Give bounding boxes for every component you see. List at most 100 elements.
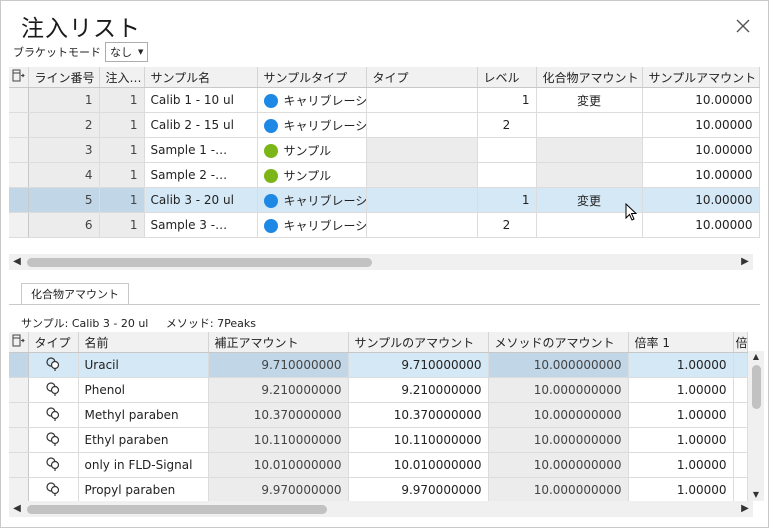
level[interactable] — [477, 137, 537, 163]
sample-name[interactable]: Calib 1 - 10 ul — [144, 87, 258, 113]
row-header[interactable] — [9, 352, 29, 378]
table-row-selected[interactable]: 5 1 Calib 3 - 20 ul キャリブレーシ… 1 変更 10.000… — [9, 187, 760, 213]
table-row[interactable]: Phenol 9.210000000 9.210000000 10.000000000… — [9, 377, 748, 403]
level[interactable]: 1 — [477, 87, 537, 113]
col-header-compound-amount[interactable]: 化合物アマウント — [536, 67, 643, 88]
close-icon[interactable] — [732, 15, 754, 37]
level[interactable]: 1 — [477, 187, 537, 213]
sample-amount[interactable]: 9.970000000 — [348, 477, 489, 503]
row-header[interactable] — [9, 137, 29, 163]
row-header[interactable] — [9, 87, 29, 113]
col-header-sample-amount[interactable]: サンプルのアマウント — [348, 332, 489, 353]
factor-1[interactable]: 1.00000 — [628, 477, 734, 503]
compound-table-vscrollbar[interactable]: ▲ ▼ — [748, 351, 764, 501]
factor-2-cell[interactable] — [733, 352, 748, 378]
sample-type[interactable]: キャリブレーシ… — [257, 87, 367, 113]
level[interactable]: 2 — [477, 112, 537, 138]
type-cell[interactable] — [366, 112, 478, 138]
sample-amount[interactable]: 10.00000 — [642, 137, 760, 163]
tab-compound-amount[interactable]: 化合物アマウント — [21, 283, 129, 305]
table-row[interactable]: 2 1 Calib 2 - 15 ul キャリブレーシ… 2 10.00000 — [9, 112, 760, 138]
sample-amount[interactable]: 9.710000000 — [348, 352, 489, 378]
column-chooser-icon[interactable] — [9, 67, 29, 88]
scroll-thumb[interactable] — [752, 365, 761, 409]
sample-amount[interactable]: 10.370000000 — [348, 402, 489, 428]
scroll-up-icon[interactable]: ▲ — [749, 351, 763, 363]
sample-amount[interactable]: 10.00000 — [642, 87, 760, 113]
sample-amount[interactable]: 10.00000 — [642, 162, 760, 188]
factor-1[interactable]: 1.00000 — [628, 377, 734, 403]
col-header-factor-2[interactable]: 倍 — [733, 332, 748, 353]
table-row[interactable]: 3 1 Sample 1 -… サンプル 10.00000 — [9, 137, 760, 163]
compound-amount-change-link[interactable]: 変更 — [536, 87, 643, 113]
row-header[interactable] — [9, 162, 29, 188]
column-chooser-icon[interactable] — [9, 332, 29, 353]
col-header-sample-type[interactable]: サンプルタイプ — [257, 67, 367, 88]
col-header-sample-name[interactable]: サンプル名 — [144, 67, 258, 88]
type-cell[interactable] — [366, 87, 478, 113]
factor-1[interactable]: 1.00000 — [628, 402, 734, 428]
level[interactable]: 2 — [477, 212, 537, 238]
factor-2-cell[interactable] — [733, 402, 748, 428]
sample-type[interactable]: キャリブレーシ… — [257, 112, 367, 138]
bracket-mode-select[interactable]: なし ▼ — [105, 42, 149, 62]
sample-type[interactable]: キャリブレーシ… — [257, 187, 367, 213]
type-cell[interactable] — [366, 187, 478, 213]
scroll-down-icon[interactable]: ▼ — [749, 489, 763, 501]
row-header[interactable] — [9, 187, 29, 213]
row-header[interactable] — [9, 477, 29, 503]
compound-amount-cell[interactable] — [536, 112, 643, 138]
factor-2-cell[interactable] — [733, 377, 748, 403]
table-row[interactable]: Methyl paraben 10.370000000 10.370000000 10… — [9, 402, 748, 428]
table-row[interactable]: 4 1 Sample 2 -… サンプル 10.00000 — [9, 162, 760, 188]
row-header[interactable] — [9, 212, 29, 238]
col-header-method-amount[interactable]: メソッドのアマウント — [488, 332, 629, 353]
col-header-injection[interactable]: 注入… — [99, 67, 145, 88]
sample-name[interactable]: Sample 2 -… — [144, 162, 258, 188]
sample-amount[interactable]: 10.00000 — [642, 112, 760, 138]
sample-type[interactable]: サンプル — [257, 137, 367, 163]
level[interactable] — [477, 162, 537, 188]
col-header-level[interactable]: レベル — [477, 67, 537, 88]
table-row[interactable]: only in FLD-Signal 10.010000000 10.0100000… — [9, 452, 748, 478]
col-header-factor-1[interactable]: 倍率 1 — [628, 332, 734, 353]
sample-amount[interactable]: 10.00000 — [642, 187, 760, 213]
factor-2-cell[interactable] — [733, 452, 748, 478]
col-header-sample-amount[interactable]: サンプルアマウント — [642, 67, 760, 88]
injection-table-hscrollbar[interactable]: ◀ ▶ — [9, 254, 753, 270]
scroll-right-icon[interactable]: ▶ — [738, 255, 752, 269]
sample-name[interactable]: Calib 2 - 15 ul — [144, 112, 258, 138]
row-header[interactable] — [9, 427, 29, 453]
col-header-name[interactable]: 名前 — [78, 332, 209, 353]
factor-2-cell[interactable] — [733, 477, 748, 503]
col-header-line-no[interactable]: ライン番号 — [28, 67, 100, 88]
scroll-thumb[interactable] — [27, 258, 372, 267]
sample-type[interactable]: キャリブレーシ… — [257, 212, 367, 238]
sample-name[interactable]: Sample 3 -… — [144, 212, 258, 238]
col-header-type[interactable]: タイプ — [366, 67, 478, 88]
table-row-selected[interactable]: Uracil 9.710000000 9.710000000 10.000000000… — [9, 352, 748, 378]
sample-amount[interactable]: 10.00000 — [642, 212, 760, 238]
table-row[interactable]: Propyl paraben 9.970000000 9.970000000 10.0… — [9, 477, 748, 503]
scroll-left-icon[interactable]: ◀ — [10, 502, 24, 516]
row-header[interactable] — [9, 452, 29, 478]
factor-1[interactable]: 1.00000 — [628, 427, 734, 453]
row-header[interactable] — [9, 402, 29, 428]
sample-name[interactable]: Sample 1 -… — [144, 137, 258, 163]
table-row[interactable]: 1 1 Calib 1 - 10 ul キャリブレーシ… 1 変更 10.000… — [9, 87, 760, 113]
compound-table-hscrollbar[interactable]: ◀ ▶ — [9, 501, 753, 517]
type-cell[interactable] — [366, 212, 478, 238]
col-header-type[interactable]: タイプ — [28, 332, 79, 353]
col-header-corrected-amount[interactable]: 補正アマウント — [208, 332, 349, 353]
sample-amount[interactable]: 10.010000000 — [348, 452, 489, 478]
row-header[interactable] — [9, 112, 29, 138]
scroll-thumb[interactable] — [27, 505, 327, 514]
scroll-right-icon[interactable]: ▶ — [738, 502, 752, 516]
table-row[interactable]: 6 1 Sample 3 -… キャリブレーシ… 2 10.00000 — [9, 212, 760, 238]
sample-name[interactable]: Calib 3 - 20 ul — [144, 187, 258, 213]
factor-1[interactable]: 1.00000 — [628, 352, 734, 378]
scroll-left-icon[interactable]: ◀ — [10, 255, 24, 269]
sample-type[interactable]: サンプル — [257, 162, 367, 188]
factor-1[interactable]: 1.00000 — [628, 452, 734, 478]
factor-2-cell[interactable] — [733, 427, 748, 453]
